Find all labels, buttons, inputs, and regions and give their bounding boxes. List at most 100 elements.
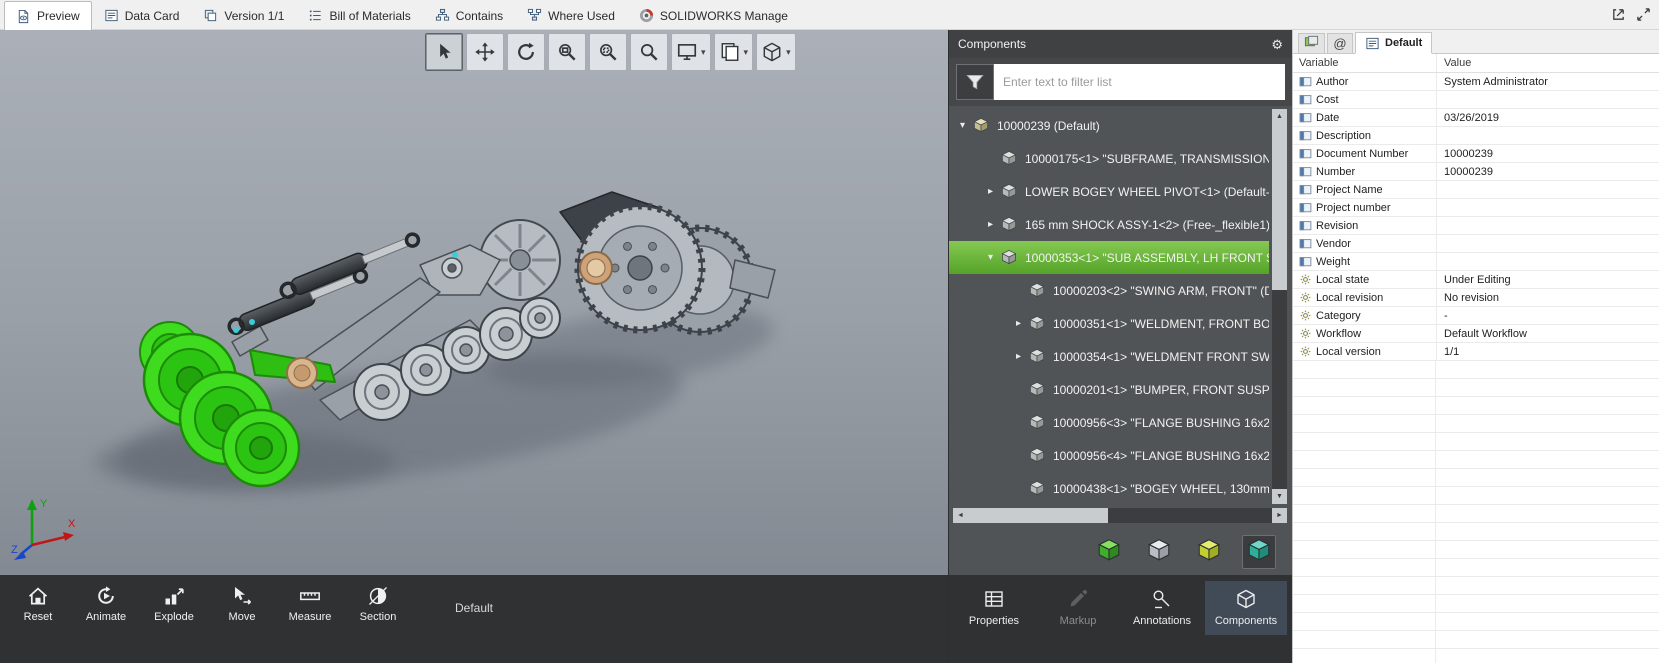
tree-item[interactable]: 10000175<1> "SUBFRAME, TRANSMISSION SID bbox=[949, 142, 1269, 175]
property-row[interactable]: Revision bbox=[1293, 217, 1659, 235]
tab-data-card[interactable]: Data Card bbox=[92, 1, 192, 29]
tab-properties[interactable]: Properties bbox=[953, 581, 1035, 635]
tree-item[interactable]: ▸165 mm SHOCK ASSY-1<2> (Free-_flexible1… bbox=[949, 208, 1269, 241]
tree-item[interactable]: 10000956<4> "FLANGE BUSHING 16x20x10 bbox=[949, 439, 1269, 472]
tab-label: Contains bbox=[456, 9, 503, 23]
tab-preview[interactable]: Preview bbox=[4, 1, 92, 30]
horizontal-scrollbar-thumb[interactable] bbox=[968, 508, 1108, 523]
chevron-down-icon[interactable]: ▾ bbox=[786, 47, 791, 58]
tab-markup[interactable]: Markup bbox=[1037, 581, 1119, 635]
tree-expander-icon[interactable]: ▸ bbox=[1011, 351, 1026, 362]
gray-cube-button[interactable] bbox=[1142, 535, 1176, 569]
tab-default[interactable]: Default bbox=[1355, 32, 1432, 54]
variable-icon bbox=[1299, 219, 1312, 232]
variable-cell: Project Name bbox=[1293, 181, 1436, 198]
multipage-button[interactable]: ▾ bbox=[714, 33, 754, 71]
scroll-up-button[interactable]: ▲ bbox=[1272, 109, 1287, 124]
filter-icon[interactable] bbox=[956, 64, 994, 100]
fullscreen-button[interactable]: ▾ bbox=[671, 33, 711, 71]
scroll-down-button[interactable]: ▼ bbox=[1272, 489, 1287, 504]
animate-button[interactable]: Animate bbox=[74, 581, 138, 627]
tree-item[interactable]: ▾10000353<1> "SUB ASSEMBLY, LH FRONT SUS bbox=[949, 241, 1269, 274]
tree-expander-icon[interactable]: ▸ bbox=[1011, 318, 1026, 329]
property-row[interactable]: Category- bbox=[1293, 307, 1659, 325]
tab-components[interactable]: Components bbox=[1205, 581, 1287, 635]
property-row[interactable]: Date03/26/2019 bbox=[1293, 109, 1659, 127]
expand-icon[interactable] bbox=[1636, 7, 1651, 22]
section-button[interactable]: Section bbox=[346, 581, 410, 627]
property-row[interactable]: Number10000239 bbox=[1293, 163, 1659, 181]
system-variable-icon bbox=[1299, 309, 1312, 322]
teal-cube-button[interactable] bbox=[1242, 535, 1276, 569]
zoom-fit-button[interactable] bbox=[548, 33, 586, 71]
top-bar: PreviewData CardVersion 1/1Bill of Mater… bbox=[0, 0, 1659, 30]
tree-expander-icon[interactable]: ▾ bbox=[983, 252, 998, 263]
reset-button[interactable]: Reset bbox=[6, 581, 70, 627]
tree-expander-icon[interactable]: ▾ bbox=[955, 120, 970, 131]
variable-value: - bbox=[1444, 310, 1448, 322]
model-canvas[interactable] bbox=[0, 30, 948, 663]
move-button[interactable]: Move bbox=[210, 581, 274, 627]
orientation-triad: Y X Z bbox=[10, 495, 82, 567]
at-tab[interactable]: @ bbox=[1327, 33, 1353, 53]
tab-version-1-1[interactable]: Version 1/1 bbox=[191, 1, 296, 29]
tree-item[interactable]: 10000201<1> "BUMPER, FRONT SUSPENSIO bbox=[949, 373, 1269, 406]
zoom-fit-icon bbox=[556, 41, 578, 63]
tab-solidworks-manage[interactable]: SOLIDWORKS Manage bbox=[627, 1, 800, 29]
tab-bill-of-materials[interactable]: Bill of Materials bbox=[296, 1, 422, 29]
tab-annotations[interactable]: Annotations bbox=[1121, 581, 1203, 635]
component-icon bbox=[1027, 348, 1047, 365]
rotate-button[interactable] bbox=[507, 33, 545, 71]
tree-expander-icon[interactable]: ▸ bbox=[983, 219, 998, 230]
pan-button[interactable] bbox=[466, 33, 504, 71]
select-button[interactable] bbox=[425, 33, 463, 71]
variable-value: System Administrator bbox=[1444, 76, 1548, 88]
measure-button[interactable]: Measure bbox=[278, 581, 342, 627]
zoom-button[interactable] bbox=[630, 33, 668, 71]
vertical-scrollbar-thumb[interactable] bbox=[1272, 124, 1287, 290]
tree-item[interactable]: ▾10000239 (Default) bbox=[949, 109, 1269, 142]
property-row[interactable]: Vendor bbox=[1293, 235, 1659, 253]
filter-input[interactable] bbox=[994, 64, 1285, 100]
views-cube-button[interactable]: ▾ bbox=[756, 33, 796, 71]
green-cube-button[interactable] bbox=[1092, 535, 1126, 569]
tab-where-used[interactable]: Where Used bbox=[515, 1, 627, 29]
sprocket-assembly[interactable] bbox=[560, 192, 775, 332]
chevron-down-icon[interactable]: ▾ bbox=[701, 47, 706, 58]
property-row[interactable]: AuthorSystem Administrator bbox=[1293, 73, 1659, 91]
property-row[interactable]: Cost bbox=[1293, 91, 1659, 109]
tree-item[interactable]: ▸10000351<1> "WELDMENT, FRONT BOGEY W bbox=[949, 307, 1269, 340]
property-row[interactable]: Project number bbox=[1293, 199, 1659, 217]
tab-contains[interactable]: Contains bbox=[423, 1, 515, 29]
scroll-right-button[interactable]: ► bbox=[1272, 508, 1287, 523]
card-stack-tab[interactable] bbox=[1298, 33, 1325, 53]
tree-item[interactable]: ▸LOWER BOGEY WHEEL PIVOT<1> (Default-_fl… bbox=[949, 175, 1269, 208]
property-row[interactable]: Document Number10000239 bbox=[1293, 145, 1659, 163]
chevron-down-icon[interactable]: ▾ bbox=[744, 47, 749, 58]
property-row[interactable]: Local version1/1 bbox=[1293, 343, 1659, 361]
explode-button[interactable]: Explode bbox=[142, 581, 206, 627]
property-row[interactable]: Local stateUnder Editing bbox=[1293, 271, 1659, 289]
gear-icon[interactable]: ⚙ bbox=[1271, 37, 1283, 52]
yellow-cube-button[interactable] bbox=[1192, 535, 1226, 569]
property-row[interactable]: Weight bbox=[1293, 253, 1659, 271]
property-row[interactable]: WorkflowDefault Workflow bbox=[1293, 325, 1659, 343]
pop-out-icon[interactable] bbox=[1611, 7, 1626, 22]
preview-icon bbox=[16, 9, 31, 24]
zoom-area-button[interactable] bbox=[589, 33, 627, 71]
property-row[interactable]: Project Name bbox=[1293, 181, 1659, 199]
zoom-icon bbox=[638, 41, 660, 63]
tree-item[interactable]: 10000438<1> "BOGEY WHEEL, 130mm" (Def bbox=[949, 472, 1269, 505]
tree-item[interactable]: 10000956<3> "FLANGE BUSHING 16x20x10 bbox=[949, 406, 1269, 439]
variable-name: Number bbox=[1316, 166, 1355, 178]
vertical-scrollbar[interactable]: ▲ ▼ bbox=[1272, 109, 1287, 504]
tree-item[interactable]: 10000203<2> "SWING ARM, FRONT" (Defau bbox=[949, 274, 1269, 307]
scroll-left-button[interactable]: ◄ bbox=[953, 508, 968, 523]
tree-item[interactable]: ▸10000354<1> "WELDMENT FRONT SWINGA bbox=[949, 340, 1269, 373]
property-row[interactable]: Description bbox=[1293, 127, 1659, 145]
viewport-3d[interactable]: ▾ ▾ ▾ Y X Z ResetAnimateExplodeMoveMeasure… bbox=[0, 30, 948, 663]
horizontal-scrollbar[interactable]: ◄ ► bbox=[953, 508, 1287, 523]
card-stack-icon bbox=[1304, 34, 1319, 54]
property-row[interactable]: Local revisionNo revision bbox=[1293, 289, 1659, 307]
tree-expander-icon[interactable]: ▸ bbox=[983, 186, 998, 197]
